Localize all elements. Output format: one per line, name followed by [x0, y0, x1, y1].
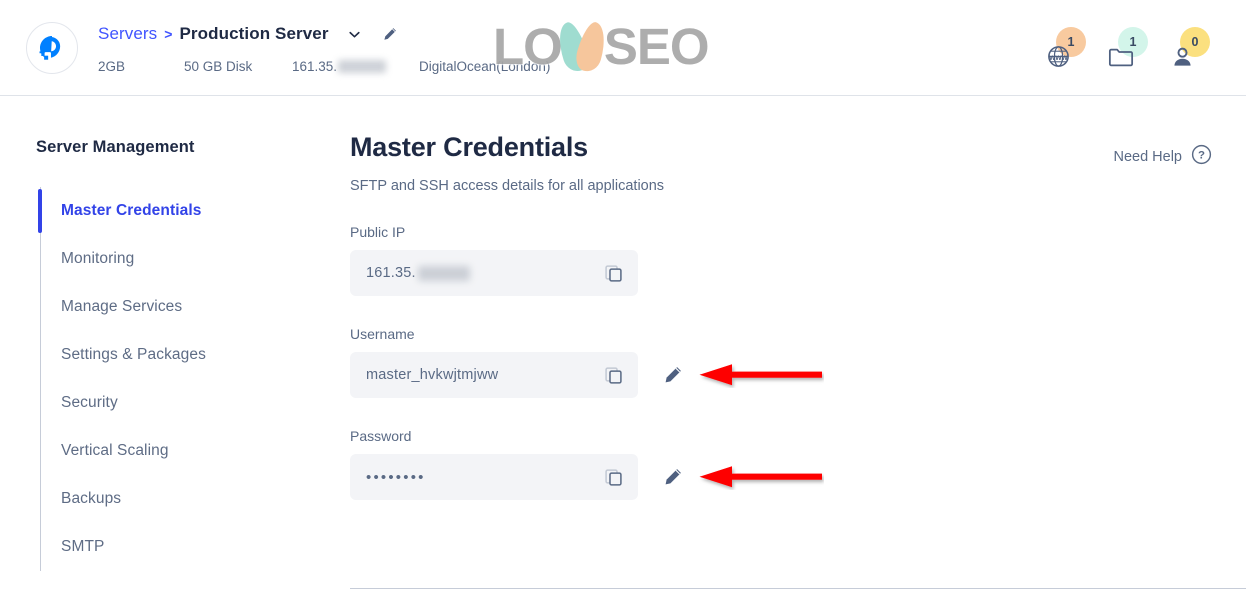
copy-public-ip-icon[interactable] [602, 262, 624, 284]
password-value: •••••••• [366, 468, 426, 486]
digitalocean-logo [26, 21, 78, 74]
chevron-down-icon[interactable] [347, 27, 362, 42]
watermark-text-right: SEO [603, 18, 710, 75]
chevron-down-glyph [348, 31, 360, 37]
body-area: Server Management Master Credentials Mon… [0, 96, 1246, 608]
server-meta-ip: 161.35. [292, 59, 419, 74]
pencil-icon [383, 28, 396, 40]
field-group-username: Username master_hvkwjtmjww [350, 326, 1212, 398]
sidebar-item-backups[interactable]: Backups [41, 475, 313, 523]
public-ip-input[interactable]: 161.35. [350, 250, 638, 296]
field-row-username: master_hvkwjtmjww [350, 352, 1212, 398]
digitalocean-logo-icon [39, 35, 61, 60]
copy-username-icon[interactable] [602, 364, 624, 386]
user-glyph [1174, 47, 1191, 66]
pencil-icon [665, 367, 681, 383]
copy-icon [604, 468, 622, 486]
sidebar-item-label: Manage Services [61, 298, 183, 315]
public-ip-redacted [417, 265, 470, 281]
field-label-password: Password [350, 428, 412, 444]
copy-icon [604, 366, 622, 384]
svg-text:www: www [1048, 52, 1068, 61]
sidebar: Server Management Master Credentials Mon… [0, 96, 313, 608]
stat-folders[interactable]: 1 [1108, 26, 1148, 69]
page-title: Master Credentials [350, 132, 588, 162]
main-content: Master Credentials SFTP and SSH access d… [313, 96, 1246, 608]
watermark-leaf-left [552, 18, 592, 75]
page-root: Servers > Production Server 2GB 50 GB Di… [0, 0, 1246, 608]
server-meta-ram: 2GB [98, 59, 126, 74]
sidebar-item-manage-services[interactable]: Manage Services [41, 283, 313, 331]
sidebar-item-label: Master Credentials [61, 202, 202, 219]
server-meta-provider: DigitalOcean(London) [419, 59, 551, 74]
sidebar-item-label: SMTP [61, 538, 105, 555]
question-circle-icon: ? [1191, 144, 1212, 169]
sidebar-item-smtp[interactable]: SMTP [41, 523, 313, 571]
www-globe-icon: www [1046, 44, 1071, 69]
main-header-text: Master Credentials SFTP and SSH access d… [350, 132, 664, 194]
sidebar-item-security[interactable]: Security [41, 379, 313, 427]
sidebar-item-master-credentials[interactable]: Master Credentials [38, 187, 313, 235]
page-subtitle: SFTP and SSH access details for all appl… [350, 178, 665, 194]
breadcrumb: Servers > Production Server [98, 21, 550, 47]
sidebar-item-settings-packages[interactable]: Settings & Packages [41, 331, 313, 379]
watermark-leaf-right [572, 19, 611, 74]
sidebar-item-label: Backups [61, 490, 122, 507]
field-group-public-ip: Public IP 161.35. [350, 224, 1212, 296]
www-globe-glyph: www [1048, 45, 1069, 67]
field-row-password: •••••••• [350, 454, 1212, 500]
field-row-public-ip: 161.35. [350, 250, 1212, 296]
content-bottom-divider [350, 588, 1246, 589]
annotation-arrow-password [699, 466, 822, 488]
sidebar-item-label: Vertical Scaling [61, 442, 169, 459]
stat-users[interactable]: 0 [1170, 26, 1210, 69]
edit-server-name-icon[interactable] [382, 26, 398, 42]
password-input[interactable]: •••••••• [350, 454, 638, 500]
sidebar-nav-list: Master Credentials Monitoring Manage Ser… [38, 187, 313, 571]
field-group-password: Password •••••••• [350, 428, 1212, 500]
sidebar-item-label: Settings & Packages [61, 346, 206, 363]
folder-glyph [1108, 48, 1134, 66]
breadcrumb-separator: > [164, 26, 173, 42]
header-stats: 1 www 1 0 [1046, 26, 1224, 69]
breadcrumb-current-server: Production Server [179, 24, 329, 43]
edit-username-button[interactable] [662, 364, 684, 386]
svg-text:?: ? [1198, 150, 1205, 162]
main-header: Master Credentials SFTP and SSH access d… [350, 132, 1212, 194]
sidebar-item-label: Security [61, 394, 118, 411]
public-ip-text: 161.35. [366, 265, 416, 281]
sidebar-item-label: Monitoring [61, 250, 135, 267]
sidebar-item-vertical-scaling[interactable]: Vertical Scaling [41, 427, 313, 475]
edit-password-button[interactable] [662, 466, 684, 488]
annotation-arrow-username [699, 364, 822, 386]
server-meta-row: 2GB 50 GB Disk 161.35. DigitalOcean(Lond… [98, 59, 550, 74]
pencil-icon [665, 469, 681, 485]
need-help-button[interactable]: Need Help ? [1113, 144, 1212, 169]
need-help-label: Need Help [1113, 148, 1182, 165]
server-meta-ip-text: 161.35. [292, 59, 338, 74]
copy-password-icon[interactable] [602, 466, 624, 488]
username-value: master_hvkwjtmjww [366, 367, 499, 383]
username-input[interactable]: master_hvkwjtmjww [350, 352, 638, 398]
top-header: Servers > Production Server 2GB 50 GB Di… [0, 0, 1246, 96]
server-meta-ip-redacted [338, 60, 387, 73]
stat-websites[interactable]: 1 www [1046, 26, 1086, 69]
server-meta-disk: 50 GB Disk [184, 59, 253, 74]
user-icon [1170, 44, 1195, 69]
sidebar-item-monitoring[interactable]: Monitoring [41, 235, 313, 283]
watermark-leaf-icon [552, 18, 611, 75]
server-identity: Servers > Production Server 2GB 50 GB Di… [98, 21, 550, 74]
copy-icon [604, 264, 622, 282]
public-ip-value: 161.35. [366, 265, 602, 281]
folder-icon [1108, 45, 1134, 69]
question-circle-glyph: ? [1191, 144, 1212, 165]
field-label-public-ip: Public IP [350, 224, 406, 240]
field-label-username: Username [350, 326, 415, 342]
sidebar-title: Server Management [36, 138, 195, 156]
breadcrumb-servers-link[interactable]: Servers [98, 24, 157, 44]
